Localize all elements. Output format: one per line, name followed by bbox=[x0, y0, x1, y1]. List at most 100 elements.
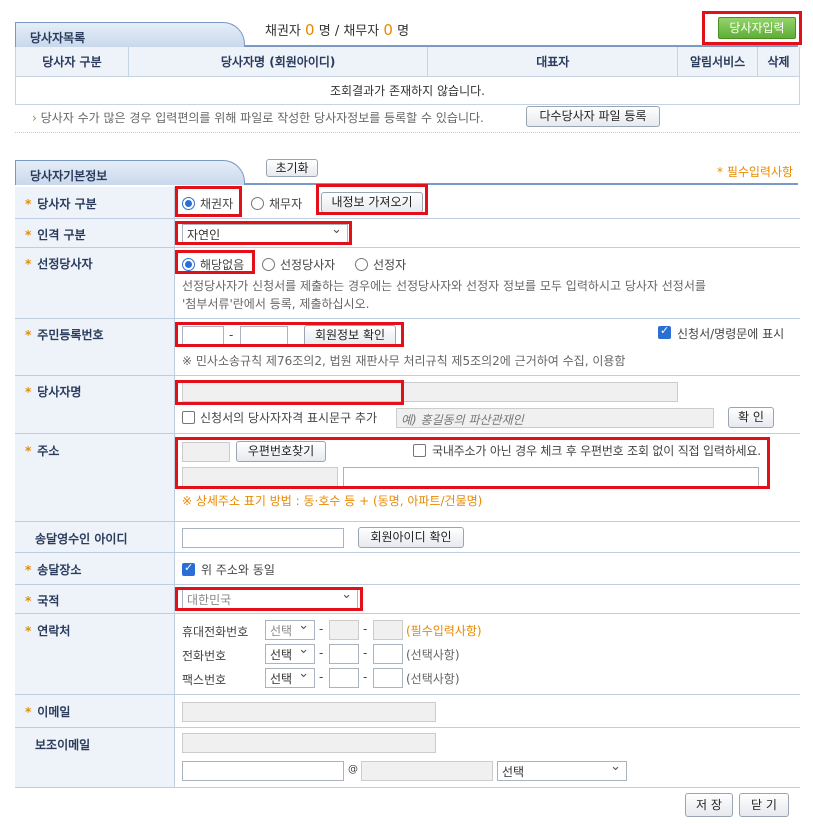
col-representative: 대표자 bbox=[427, 47, 679, 77]
designated-help-1: 선정당사자가 신청서를 제출하는 경우에는 선정당사자와 선정자 정보를 모두 … bbox=[182, 279, 706, 293]
divider bbox=[15, 132, 800, 133]
resident-no-label: * 주민등록번호 bbox=[15, 319, 175, 375]
qualifier-input[interactable]: 예) 홍길동의 파산관재인 bbox=[396, 408, 714, 428]
col-delete: 삭제 bbox=[757, 47, 800, 77]
phone-dash-1: - bbox=[319, 646, 324, 660]
col-notification: 알림서비스 bbox=[677, 47, 758, 77]
mobile-mid-input[interactable] bbox=[329, 620, 359, 640]
row-delivery-place: * 송달장소 bbox=[15, 553, 800, 585]
col-party-type: 당사자 구분 bbox=[15, 47, 129, 77]
qualifier-placeholder: 예) 홍길동의 파산관재인 bbox=[401, 413, 524, 427]
radio-designated-party-label: 선정당사자 bbox=[280, 258, 336, 272]
person-type-label: * 인격 구분 bbox=[15, 219, 175, 247]
highlight-resident-no bbox=[175, 322, 404, 347]
highlight-creditor bbox=[175, 186, 242, 217]
fax-dash-1: - bbox=[319, 670, 324, 684]
designated-help-2: '첨부서류'란에서 등록, 제출하십시오. bbox=[182, 297, 370, 311]
sub-email-display-input[interactable] bbox=[182, 733, 436, 753]
party-basic-title: 당사자기본정보 bbox=[15, 160, 245, 185]
close-button[interactable]: 닫 기 bbox=[739, 793, 789, 817]
phone-label: 전화번호 bbox=[182, 649, 227, 663]
debtor-count: 0 bbox=[383, 21, 393, 39]
highlight-address bbox=[175, 437, 770, 489]
col-party-name: 당사자명 (회원아이디) bbox=[127, 47, 429, 77]
fax-optional-note: (선택사항) bbox=[406, 672, 460, 686]
highlight-load-info bbox=[316, 184, 428, 215]
phone-mid-input[interactable] bbox=[329, 644, 359, 664]
delivery-place-label: * 송달장소 bbox=[15, 553, 175, 584]
bulk-file-upload-button[interactable]: 다수당사자 파일 등록 bbox=[526, 106, 660, 127]
sub-email-at: @ bbox=[348, 764, 358, 775]
creditor-unit: 명 bbox=[318, 24, 331, 39]
address-label: * 주소 bbox=[15, 434, 175, 521]
radio-debtor-label: 채무자 bbox=[269, 197, 303, 211]
party-type-label: * 당사자 구분 bbox=[15, 187, 175, 218]
sub-email-domain-input[interactable] bbox=[361, 761, 493, 781]
show-on-application-label: 신청서/명령문에 표시 bbox=[677, 327, 785, 341]
show-on-application-checkbox[interactable] bbox=[658, 324, 671, 339]
fax-last-input[interactable] bbox=[373, 668, 403, 688]
phone-last-input[interactable] bbox=[373, 644, 403, 664]
bulk-note-text: 당사자 수가 많은 경우 입력편의를 위해 파일로 작성한 당사자정보를 등록할… bbox=[40, 111, 484, 125]
mobile-label: 휴대전화번호 bbox=[182, 625, 249, 639]
nationality-label: * 국적 bbox=[15, 585, 175, 613]
fax-dash-2: - bbox=[363, 670, 368, 684]
contact-label: * 연락처 bbox=[15, 614, 175, 694]
bullet-arrow-icon: › bbox=[32, 111, 37, 125]
party-list-table: 당사자 구분 당사자명 (회원아이디) 대표자 알림서비스 삭제 조회결과가 존… bbox=[15, 47, 800, 105]
mobile-prefix-select[interactable]: 선택 bbox=[265, 618, 315, 640]
resident-no-note: ※ 민사소송규칙 제76조의2, 법원 재판사무 처리규칙 제5조의2에 근거하… bbox=[182, 354, 626, 368]
email-label: * 이메일 bbox=[15, 695, 175, 727]
party-list-header-row: 당사자 구분 당사자명 (회원아이디) 대표자 알림서비스 삭제 bbox=[15, 47, 800, 77]
fax-prefix-select[interactable]: 선택 bbox=[265, 666, 315, 688]
same-address-checkbox[interactable] bbox=[182, 561, 195, 576]
radio-debtor[interactable] bbox=[251, 197, 264, 210]
address-detail-note: ※ 상세주소 표기 방법 : 동·호수 등 + (동명, 아파트/건물명) bbox=[182, 494, 483, 508]
party-count-summary: 채권자 0 명 / 채무자 0 명 bbox=[265, 20, 409, 39]
mobile-dash-1: - bbox=[319, 622, 324, 636]
party-basic-header: 당사자기본정보 bbox=[15, 158, 798, 185]
save-button[interactable]: 저 장 bbox=[685, 793, 733, 817]
highlight-party-input bbox=[702, 11, 802, 45]
mobile-last-input[interactable] bbox=[373, 620, 403, 640]
party-name-label: * 당사자명 bbox=[15, 376, 175, 433]
phone-prefix-select[interactable]: 선택 bbox=[265, 642, 315, 664]
party-list-title: 당사자목록 bbox=[15, 22, 245, 47]
highlight-person-type bbox=[175, 221, 352, 245]
sub-email-domain-select[interactable]: 선택 bbox=[497, 759, 627, 781]
debtor-label: / 채무자 bbox=[334, 24, 380, 39]
row-nationality: * 국적 bbox=[15, 585, 800, 614]
reset-button[interactable]: 초기화 bbox=[266, 159, 318, 177]
designated-label: * 선정당사자 bbox=[15, 248, 175, 318]
receiver-id-input[interactable] bbox=[182, 528, 344, 548]
receiver-id-verify-button[interactable]: 회원아이디 확인 bbox=[358, 527, 464, 548]
creditor-label: 채권자 bbox=[265, 24, 301, 39]
same-address-label: 위 주소와 동일 bbox=[201, 563, 275, 577]
sub-email-label: 보조이메일 bbox=[15, 728, 175, 787]
radio-designated-party[interactable] bbox=[262, 258, 275, 271]
empty-result-message: 조회결과가 존재하지 않습니다. bbox=[15, 75, 800, 105]
receiver-id-label: 송달영수인 아이디 bbox=[15, 522, 175, 552]
radio-selector[interactable] bbox=[355, 258, 368, 271]
phone-optional-note: (선택사항) bbox=[406, 648, 460, 662]
qualifier-checkbox[interactable] bbox=[182, 411, 195, 424]
bulk-note: › 당사자 수가 많은 경우 입력편의를 위해 파일로 작성한 당사자정보를 등… bbox=[32, 109, 484, 126]
highlight-designated-none bbox=[175, 250, 255, 274]
qualifier-label: 신청서의 당사자자격 표시문구 추가 bbox=[200, 411, 378, 425]
fax-mid-input[interactable] bbox=[329, 668, 359, 688]
sub-email-local-input[interactable] bbox=[182, 761, 344, 781]
creditor-count: 0 bbox=[305, 21, 315, 39]
row-person-type: * 인격 구분 bbox=[15, 219, 800, 248]
mobile-dash-2: - bbox=[363, 622, 368, 636]
party-name-confirm-button[interactable]: 확 인 bbox=[728, 407, 774, 428]
table-row: 조회결과가 존재하지 않습니다. bbox=[15, 75, 800, 105]
fax-label: 팩스번호 bbox=[182, 673, 227, 687]
debtor-unit: 명 bbox=[397, 24, 410, 39]
highlight-nationality bbox=[175, 587, 363, 611]
phone-dash-2: - bbox=[363, 646, 368, 660]
radio-selector-label: 선정자 bbox=[373, 258, 407, 272]
mobile-required-note: (필수입력사항) bbox=[406, 624, 482, 638]
required-note: * 필수입력사항 bbox=[717, 165, 794, 179]
highlight-party-name bbox=[175, 380, 404, 405]
email-input[interactable] bbox=[182, 702, 436, 722]
